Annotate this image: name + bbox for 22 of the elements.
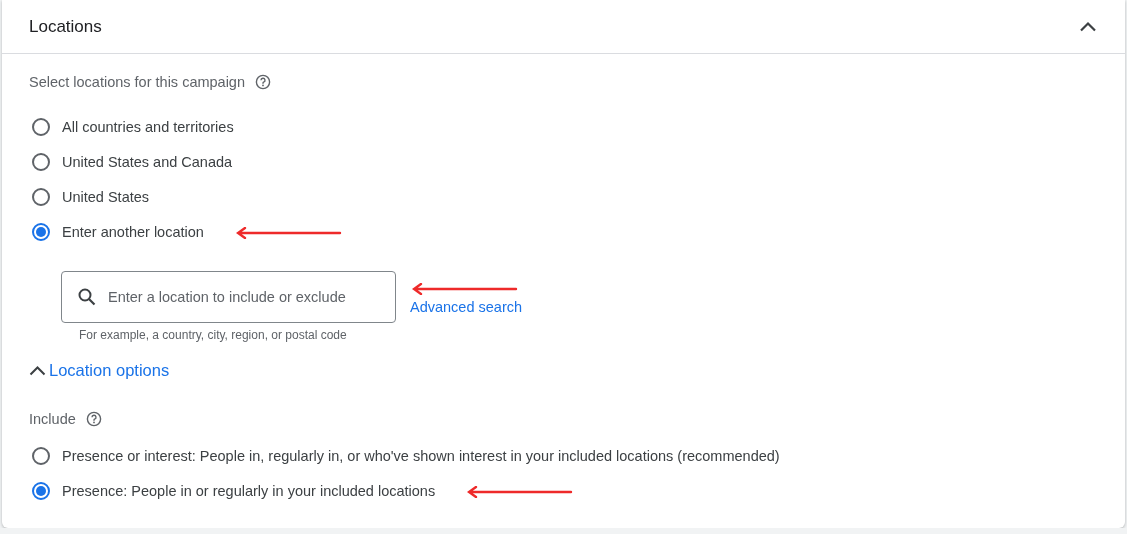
radio-button[interactable] [32,446,50,465]
radio-label: United States and Canada [62,153,233,170]
radio-label: All countries and territories [62,118,234,135]
section-title: Locations [29,16,102,37]
radio-button[interactable] [32,117,50,136]
chevron-up-icon[interactable] [1079,20,1097,32]
location-options-toggle[interactable]: Location options [29,361,170,380]
advanced-search-link[interactable]: Advanced search [410,299,523,315]
radio-button[interactable] [32,187,50,206]
help-icon[interactable] [85,411,102,427]
search-field[interactable]: Enter a location to include or exclude [61,271,396,323]
field-label: Select locations for this campaign [29,74,245,90]
radio-label: United States [62,188,150,205]
help-icon[interactable] [255,74,271,90]
radio-button[interactable] [32,152,50,171]
radio-label: Enter another location [62,223,204,240]
field-label: Include [29,411,76,427]
radio-label: Presence: People in or regularly in your included locations [62,482,436,499]
radio-button[interactable] [32,222,50,241]
radio-button[interactable] [32,481,50,500]
hint-text: For example, a country, city, region, or postal code [79,328,347,342]
radio-label: Presence or interest: People in, regularly in, or who've shown interest in your included locations (recommended) [62,447,780,464]
